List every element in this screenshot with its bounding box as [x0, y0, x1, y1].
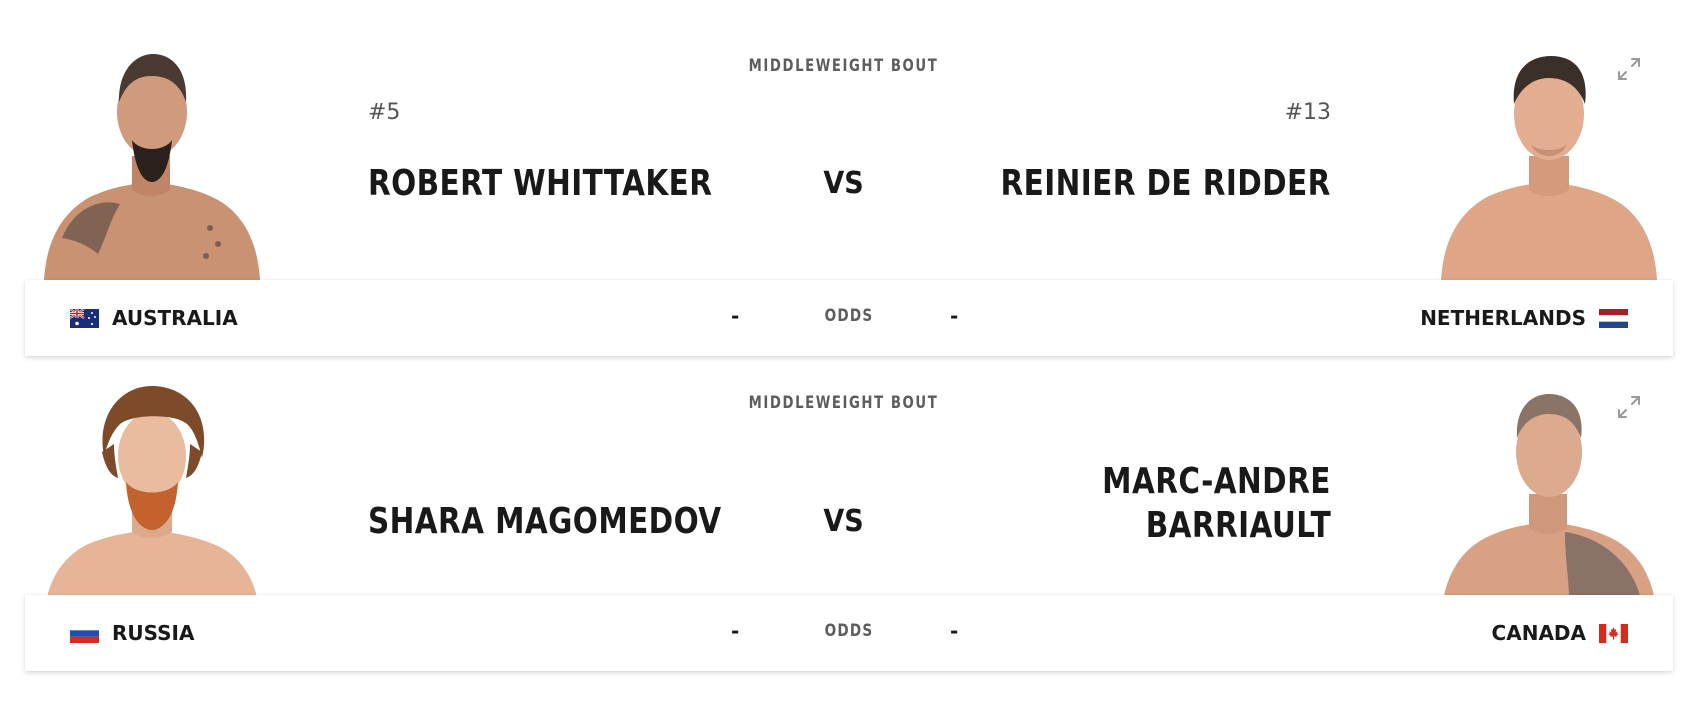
bout-card[interactable]: MIDDLEWEIGHT BOUT #5 ROBERT WHITTAKER VS…: [0, 0, 1687, 360]
blue-corner-fighter-name-line1[interactable]: MARC-ANDRE: [1102, 460, 1331, 504]
red-corner-rank: #5: [368, 100, 401, 125]
weight-class-label: MIDDLEWEIGHT BOUT: [748, 393, 939, 413]
odds-label: ODDS: [824, 621, 874, 641]
country-name: CANADA: [1491, 621, 1586, 645]
vs-label: VS: [823, 504, 864, 539]
fight-card-list: MIDDLEWEIGHT BOUT #5 ROBERT WHITTAKER VS…: [0, 0, 1687, 706]
country-name: NETHERLANDS: [1420, 306, 1586, 330]
odds-label: ODDS: [824, 306, 874, 326]
fighter-portrait-image: [44, 54, 260, 280]
blue-corner-country: CANADA: [1492, 595, 1628, 671]
fighter-portrait-image: [1441, 56, 1657, 280]
fighter-portrait-image: [1441, 394, 1657, 618]
canada-flag-icon: [1599, 623, 1628, 643]
blue-corner-fighter-photo[interactable]: [1419, 386, 1679, 618]
vs-label: VS: [823, 166, 864, 201]
red-corner-fighter-photo[interactable]: [22, 386, 282, 618]
blue-corner-fighter-name-line2[interactable]: BARRIAULT: [1146, 504, 1331, 548]
blue-corner-odds: -: [950, 619, 959, 643]
russia-flag-icon: [70, 623, 99, 643]
weight-class-label: MIDDLEWEIGHT BOUT: [748, 56, 939, 76]
blue-corner-odds: -: [950, 304, 959, 328]
fighter-portrait-image: [44, 386, 260, 618]
bout-card[interactable]: MIDDLEWEIGHT BOUT SHARA MAGOMEDOV VS MAR…: [0, 338, 1687, 706]
australia-flag-icon: [70, 308, 99, 328]
country-name: RUSSIA: [112, 621, 195, 645]
fight-info-bar: RUSSIA - ODDS - CANADA: [25, 595, 1673, 671]
blue-corner-rank: #13: [1284, 100, 1331, 125]
netherlands-flag-icon: [1599, 308, 1628, 328]
blue-corner-fighter-photo[interactable]: [1419, 48, 1679, 280]
red-corner-country: RUSSIA: [70, 595, 194, 671]
red-corner-fighter-photo[interactable]: [22, 48, 282, 280]
blue-corner-fighter-name[interactable]: REINIER DE RIDDER: [1001, 162, 1331, 206]
